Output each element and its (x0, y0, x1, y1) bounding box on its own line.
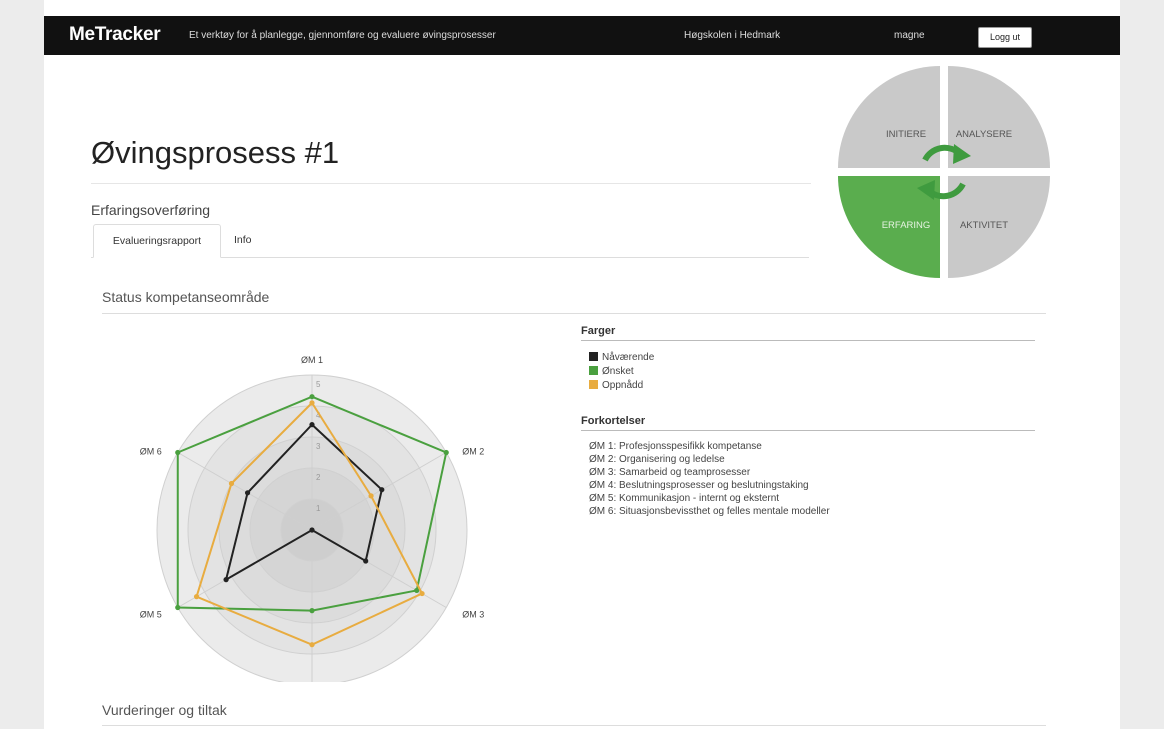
tagline: Et verktøy for å planlegge, gjennomføre … (189, 30, 496, 41)
radar-point (368, 493, 374, 499)
tab-evalueringsrapport[interactable]: Evalueringsrapport (93, 224, 221, 258)
radar-point (309, 394, 315, 400)
brand-logo[interactable]: MeTracker (69, 24, 161, 46)
username[interactable]: magne (894, 30, 925, 41)
radar-axis-label: ØM 5 (140, 610, 162, 620)
abbreviations-divider (581, 430, 1035, 431)
radar-point (309, 422, 315, 428)
radar-point (193, 594, 200, 600)
abbreviations-title: Forkortelser (581, 415, 646, 427)
radar-axis-label: ØM 2 (462, 447, 484, 457)
legend-title: Farger (581, 325, 616, 337)
radar-point (309, 400, 315, 406)
process-wheel: INITIERE ANALYSERE ERFARING AKTIVITET (838, 66, 1050, 278)
radar-point (228, 480, 235, 487)
radar-point (309, 642, 315, 648)
radar-point (309, 608, 315, 614)
radar-point (363, 558, 369, 564)
top-navbar: MeTracker Et verktøy for å planlegge, gj… (44, 16, 1120, 55)
radar-point (419, 590, 425, 597)
radar-point (309, 527, 315, 533)
radar-tick-label: 5 (316, 380, 321, 389)
radar-tick-label: 1 (316, 504, 321, 513)
legend-item-oppnadd: Oppnådd (589, 380, 643, 392)
title-divider (91, 183, 811, 184)
radar-point (175, 449, 181, 456)
radar-point (244, 490, 251, 496)
legend-swatch (589, 352, 598, 361)
abbreviation-item: ØM 6: Situasjonsbevissthet og felles men… (589, 506, 830, 517)
radar-point (379, 487, 385, 493)
organization-name: Høgskolen i Hedmark (684, 30, 781, 41)
radar-axis-label: ØM 6 (140, 447, 162, 457)
legend-item-navaerende: Nåværende (589, 352, 654, 364)
radar-chart: 12345 ØM 1ØM 2ØM 3ØM 4ØM 5ØM 6 (140, 355, 484, 682)
radar-axis-label: ØM 3 (462, 610, 484, 620)
abbreviation-item: ØM 2: Organisering og ledelse (589, 454, 725, 465)
radar-tick-label: 3 (316, 442, 321, 451)
legend-label: Ønsket (602, 366, 634, 377)
radar-point (443, 449, 449, 456)
radar-point (223, 577, 229, 583)
abbreviation-item: ØM 4: Beslutningsprosesser og beslutning… (589, 480, 809, 491)
legend-swatch (589, 380, 598, 389)
radar-tick-label: 2 (316, 473, 321, 482)
abbreviation-item: ØM 5: Kommunikasjon - internt og ekstern… (589, 493, 780, 504)
quadrant-label-analysere: ANALYSERE (956, 129, 1012, 140)
logout-button[interactable]: Logg ut (978, 27, 1032, 48)
abbreviation-item: ØM 3: Samarbeid og teamprosesser (589, 467, 751, 478)
radar-axis-label: ØM 1 (301, 355, 323, 365)
section-heading-vurderinger: Vurderinger og tiltak (102, 702, 227, 718)
section-divider (102, 725, 1046, 726)
section-heading-status: Status kompetanseområde (102, 289, 270, 305)
phase-subtitle: Erfaringsoverføring (91, 202, 211, 218)
legend-divider (581, 340, 1035, 341)
legend-label: Oppnådd (602, 380, 644, 391)
radar-point (175, 604, 181, 611)
legend-label: Nåværende (602, 352, 655, 363)
quadrant-label-erfaring: ERFARING (882, 220, 931, 231)
quadrant-label-initiere: INITIERE (886, 129, 926, 140)
abbreviation-item: ØM 1: Profesjonsspesifikk kompetanse (589, 441, 762, 452)
quadrant-initiere[interactable] (838, 66, 940, 168)
page-title: Øvingsprosess #1 (91, 135, 340, 170)
tab-info[interactable]: Info (234, 224, 252, 256)
quadrant-label-aktivitet: AKTIVITET (960, 220, 1008, 231)
legend-item-onsket: Ønsket (589, 366, 634, 378)
section-divider (102, 313, 1046, 314)
tab-bar: Evalueringsrapport Info (91, 224, 809, 258)
legend-swatch (589, 366, 598, 375)
